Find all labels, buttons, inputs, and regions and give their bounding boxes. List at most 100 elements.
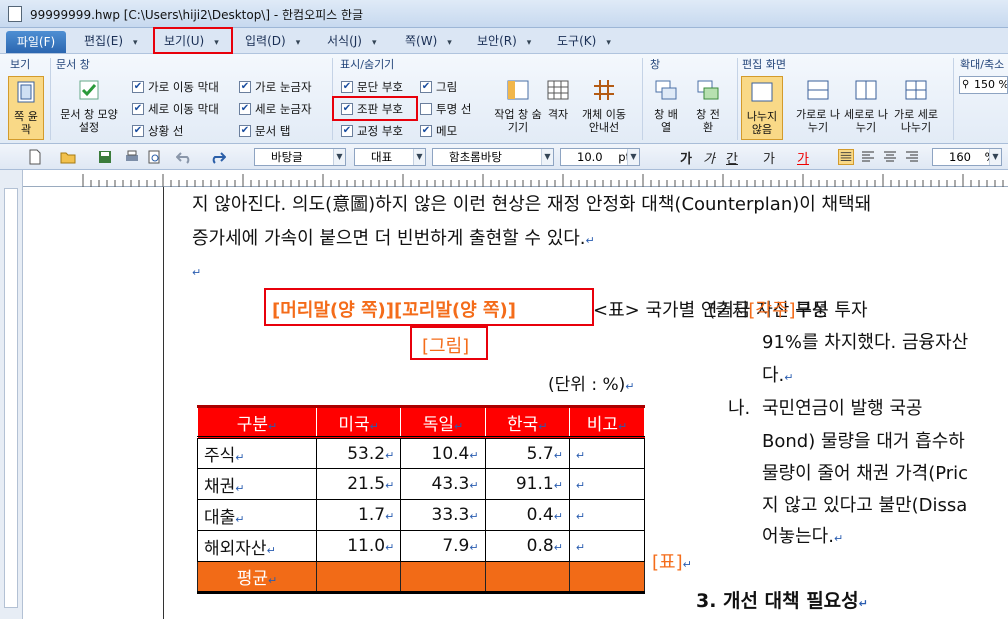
menu-format[interactable]: 서식(J) ▾ (323, 31, 381, 51)
group-title-window: 창 (650, 58, 661, 71)
underline-button[interactable]: 간 (726, 148, 738, 167)
undo-icon[interactable] (176, 149, 192, 165)
table-cell[interactable]: 채권↵ (197, 468, 317, 500)
table-cell[interactable]: 11.0↵ (315, 530, 402, 562)
checkbox-memo[interactable]: ✔ 메모 (420, 123, 457, 139)
checkbox-proof-mark[interactable]: ✔ 교정 부호 (341, 123, 403, 139)
data-table[interactable]: 구분↵ 미국↵ 독일↵ 한국↵ 비고↵ 주식↵ 53.2↵ 10.4↵ 5.7↵… (197, 405, 646, 594)
split-vertical-button[interactable]: 세로로 나누기 (843, 78, 889, 134)
style-select[interactable]: 바탕글 ▼ (254, 148, 346, 166)
cell-text: 21.5 (347, 474, 386, 494)
font-select[interactable]: 함초롬바탕 ▼ (432, 148, 554, 166)
magnifier-icon: ⚲ (962, 79, 970, 90)
vertical-ruler[interactable] (0, 170, 23, 619)
menu-file[interactable]: 파일(F) (6, 31, 66, 53)
checkbox-para-mark[interactable]: ✔ 문단 부호 (341, 79, 403, 95)
horizontal-ruler[interactable] (23, 170, 1008, 187)
checkbox-transparent-line[interactable]: 투명 선 (420, 101, 471, 117)
align-justify-icon[interactable] (838, 149, 854, 165)
table-cell[interactable]: ↵ (568, 499, 646, 531)
cell-text: 1.7 (358, 505, 386, 525)
table-cell[interactable]: 33.3↵ (400, 499, 486, 531)
language-select[interactable]: 대표 ▼ (354, 148, 426, 166)
font-size-input[interactable]: 10.0 pt ▼ (560, 148, 640, 166)
new-document-icon[interactable] (27, 149, 43, 165)
table-cell[interactable]: ↵ (568, 437, 646, 469)
paragraph-mark-icon: ↵ (385, 448, 395, 462)
table-header-cell[interactable]: 미국↵ (315, 406, 402, 438)
align-center-icon[interactable] (882, 149, 898, 165)
zoom-input[interactable]: ⚲ 150 % (959, 76, 1008, 94)
table-cell[interactable]: 주식↵ (197, 437, 317, 469)
print-icon[interactable] (124, 149, 140, 165)
table-cell[interactable]: 7.9↵ (400, 530, 486, 562)
table-cell[interactable]: 해외자산↵ (197, 530, 317, 562)
window-switch-button[interactable]: 창 전환 (690, 78, 726, 134)
chevron-down-icon: ▼ (627, 149, 639, 165)
grid-button[interactable]: 격자 (543, 78, 573, 121)
menu-tools[interactable]: 도구(K) ▾ (553, 31, 615, 51)
menu-edit[interactable]: 편집(E) ▾ (80, 31, 142, 51)
checkbox-h-ruler[interactable]: ✔ 가로 눈금자 (239, 79, 312, 95)
table-header-cell[interactable]: 비고↵ (568, 406, 646, 438)
print-preview-icon[interactable] (146, 149, 162, 165)
table-cell[interactable]: 1.7↵ (315, 499, 402, 531)
menu-format-label: 서식(J) (327, 34, 362, 48)
table-cell[interactable]: 0.4↵ (484, 499, 570, 531)
open-folder-icon[interactable] (60, 149, 76, 165)
ruler-ticks (82, 174, 1004, 187)
paragraph-mark-icon: ↵ (553, 541, 563, 554)
table-row: 대출↵ 1.7↵ 33.3↵ 0.4↵ ↵ (197, 499, 646, 531)
checkbox-v-scroll[interactable]: ✔ 세로 이동 막대 (132, 101, 219, 117)
checkbox-label: 그림 (436, 80, 458, 94)
table-cell[interactable] (484, 561, 570, 594)
menu-insert[interactable]: 입력(D) ▾ (241, 31, 304, 51)
table-cell[interactable] (568, 561, 646, 594)
work-window-hide-button[interactable]: 작업 창 숨기기 (494, 78, 542, 134)
hwp-file-icon (8, 6, 22, 22)
table-cell[interactable]: ↵ (568, 468, 646, 500)
checkbox-checked-icon: ✔ (239, 103, 251, 115)
table-header-cell[interactable]: 한국↵ (484, 406, 570, 438)
table-cell[interactable]: 10.4↵ (400, 437, 486, 469)
checkbox-v-ruler[interactable]: ✔ 세로 눈금자 (239, 101, 312, 117)
header-text: 미국 (338, 414, 370, 435)
align-right-icon[interactable] (904, 149, 920, 165)
fit-page-label: 쪽 윤곽 (14, 110, 38, 136)
font-color-button[interactable]: 가 (797, 148, 809, 167)
table-cell[interactable]: 대출↵ (197, 499, 317, 531)
menu-security[interactable]: 보안(R) ▾ (473, 31, 535, 51)
checkbox-status-line[interactable]: ✔ 상황 선 (132, 123, 183, 139)
redo-icon[interactable] (210, 149, 226, 165)
save-icon[interactable] (97, 149, 113, 165)
table-header-cell[interactable]: 독일↵ (400, 406, 486, 438)
table-cell[interactable]: 5.7↵ (484, 437, 570, 469)
align-left-icon[interactable] (860, 149, 876, 165)
italic-button[interactable]: 가 (703, 148, 715, 167)
right-line-7: 어놓는다.↵ (762, 522, 843, 548)
split-horizontal-button[interactable]: 가로로 나누기 (795, 78, 841, 134)
table-cell[interactable]: 91.1↵ (484, 468, 570, 500)
zoom-select[interactable]: 160 %▼ (932, 148, 1002, 166)
checkbox-doc-tab[interactable]: ✔ 문서 탭 (239, 123, 290, 139)
doc-window-style-button[interactable]: 문서 창 모양 설정 (58, 78, 120, 134)
table-cell[interactable]: 43.3↵ (400, 468, 486, 500)
strikethrough-button[interactable]: 가 (763, 148, 775, 167)
checkbox-picture[interactable]: ✔ 그림 (420, 79, 457, 95)
table-cell[interactable]: ↵ (568, 530, 646, 562)
checkbox-h-scroll[interactable]: ✔ 가로 이동 막대 (132, 79, 219, 95)
table-cell[interactable] (315, 561, 402, 594)
window-arrange-button[interactable]: 창 배열 (648, 78, 684, 134)
table-cell[interactable]: 53.2↵ (315, 437, 402, 469)
table-cell[interactable]: 21.5↵ (315, 468, 402, 500)
bold-button[interactable]: 가 (680, 148, 692, 167)
object-move-guide-button[interactable]: 개체 이동 안내선 (576, 78, 632, 134)
menu-page[interactable]: 쪽(W) ▾ (401, 31, 456, 51)
table-cell[interactable] (400, 561, 486, 594)
table-cell[interactable]: 0.8↵ (484, 530, 570, 562)
table-header-cell[interactable]: 구분↵ (197, 406, 317, 438)
fit-page-button[interactable]: 쪽 윤곽 (8, 76, 44, 140)
table-cell[interactable]: 평균↵ (197, 561, 317, 594)
split-none-button[interactable]: 나누지 않음 (741, 76, 783, 140)
split-both-button[interactable]: 가로 세로 나누기 (890, 78, 942, 134)
